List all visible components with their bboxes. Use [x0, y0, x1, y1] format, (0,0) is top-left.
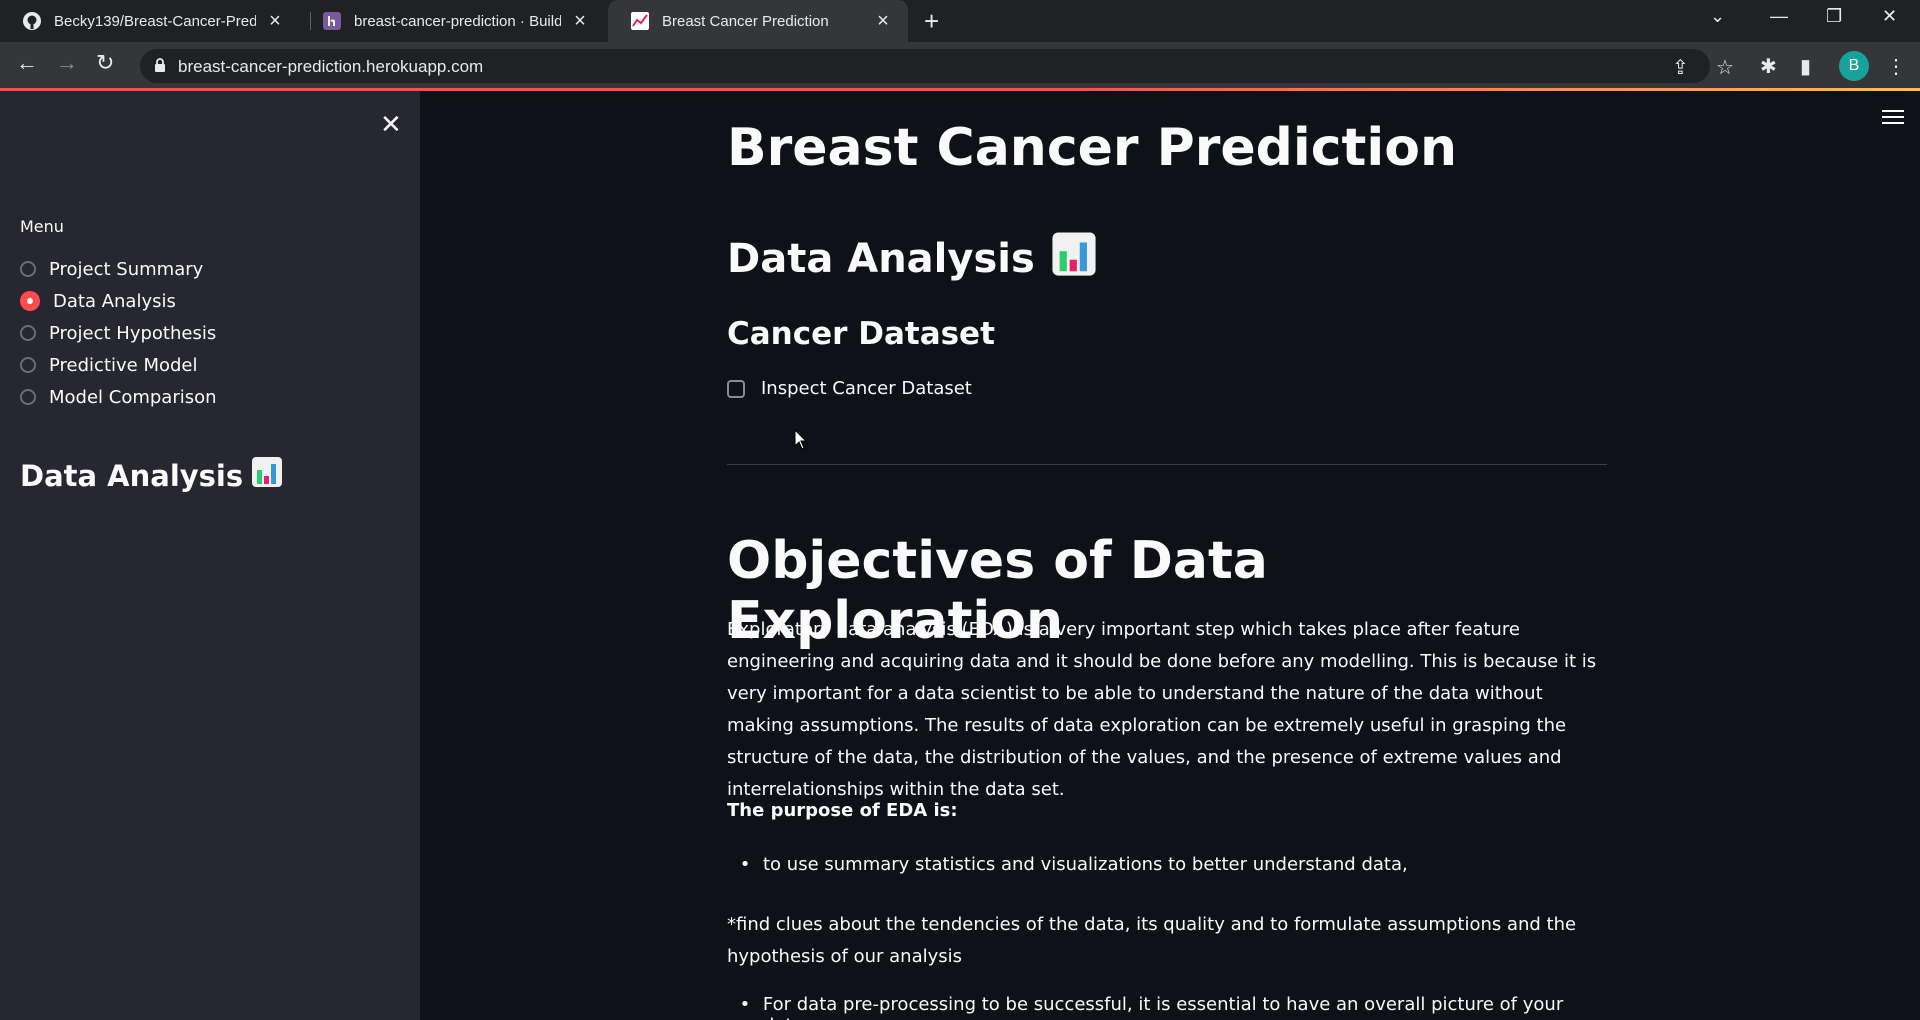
- close-window-button[interactable]: ✕: [1882, 6, 1897, 27]
- lock-icon[interactable]: [154, 57, 166, 78]
- page-title: Breast Cancer Prediction: [727, 118, 1457, 178]
- list-item: • For data pre-processing to be successf…: [727, 994, 1607, 1020]
- list-item-text: For data pre-processing to be successful…: [762, 994, 1564, 1020]
- minimize-button[interactable]: —: [1770, 6, 1788, 27]
- note-paragraph: *find clues about the tendencies of the …: [727, 914, 1577, 967]
- eda-paragraph: Exploratory data analysis (EDA) is a ver…: [727, 619, 1597, 800]
- chart-line-icon: [630, 11, 650, 31]
- radio-predictive-model[interactable]: Predictive Model: [20, 351, 198, 379]
- radio-button[interactable]: [20, 389, 36, 405]
- hamburger-menu-icon[interactable]: [1882, 109, 1904, 130]
- menu-label: Menu: [20, 217, 64, 236]
- radio-data-analysis[interactable]: Data Analysis: [20, 287, 176, 315]
- bullet-dot: •: [739, 854, 751, 875]
- new-tab-button[interactable]: +: [924, 6, 939, 37]
- github-icon: [22, 11, 42, 31]
- close-icon[interactable]: ×: [264, 10, 286, 33]
- close-sidebar-icon[interactable]: ✕: [380, 109, 402, 140]
- sidebar-heading-text: Data Analysis: [20, 458, 244, 493]
- bar-chart-icon: [1051, 231, 1097, 287]
- tab-title: breast-cancer-prediction · Build |: [354, 12, 561, 30]
- radio-label: Predictive Model: [49, 354, 198, 376]
- inspect-dataset-checkbox[interactable]: Inspect Cancer Dataset: [727, 378, 1607, 399]
- reload-icon[interactable]: ↻: [96, 50, 114, 76]
- radio-label: Project Hypothesis: [49, 322, 217, 344]
- divider: [727, 464, 1607, 465]
- mouse-cursor-icon: [794, 428, 808, 456]
- section-title-text: Data Analysis: [727, 236, 1035, 282]
- tab-title: Breast Cancer Prediction: [662, 12, 829, 30]
- side-panel-icon[interactable]: ▮: [1800, 54, 1811, 79]
- radio-project-hypothesis[interactable]: Project Hypothesis: [20, 319, 216, 347]
- tab-search-icon[interactable]: ⌄: [1710, 6, 1725, 27]
- more-options-icon[interactable]: ⋮: [1886, 54, 1906, 79]
- heroku-icon: [322, 11, 342, 31]
- section-title: Data Analysis: [727, 231, 1607, 287]
- bookmark-star-icon[interactable]: ☆: [1716, 55, 1734, 80]
- tab-breast-cancer-prediction[interactable]: Breast Cancer Prediction ×: [608, 0, 908, 42]
- profile-avatar[interactable]: B: [1839, 51, 1869, 81]
- radio-model-comparison[interactable]: Model Comparison: [20, 383, 217, 411]
- address-bar[interactable]: breast-cancer-prediction.herokuapp.com ⇪…: [140, 49, 1734, 83]
- tab-heroku[interactable]: breast-cancer-prediction · Build | ×: [300, 0, 605, 42]
- bar-chart-icon: [251, 456, 283, 495]
- main-content: Breast Cancer Prediction Data Analysis C…: [420, 91, 1920, 1020]
- close-icon[interactable]: ×: [872, 10, 894, 33]
- close-icon[interactable]: ×: [569, 10, 591, 33]
- radio-button[interactable]: [20, 325, 36, 341]
- checkbox[interactable]: [727, 379, 745, 398]
- forward-icon[interactable]: →: [56, 50, 78, 76]
- tab-title: Becky139/Breast-Cancer-Predicti: [54, 12, 256, 30]
- radio-label: Project Summary: [49, 258, 204, 280]
- sidebar-heading: Data Analysis: [20, 456, 283, 495]
- radio-button-selected[interactable]: [20, 291, 40, 311]
- radio-label: Model Comparison: [49, 386, 217, 408]
- restore-button[interactable]: ❐: [1826, 6, 1842, 27]
- sidebar: ✕ Menu Project Summary Data Analysis Pro…: [0, 91, 420, 1020]
- bullet-dot: •: [739, 994, 751, 1015]
- radio-project-summary[interactable]: Project Summary: [20, 255, 203, 283]
- radio-label: Data Analysis: [53, 290, 176, 312]
- checkbox-label: Inspect Cancer Dataset: [761, 378, 972, 399]
- url-text[interactable]: breast-cancer-prediction.herokuapp.com: [178, 57, 483, 77]
- list-item: • to use summary statistics and visualiz…: [727, 854, 1607, 875]
- dataset-subheading: Cancer Dataset: [727, 316, 995, 352]
- tab-github[interactable]: Becky139/Breast-Cancer-Predicti ×: [0, 0, 300, 42]
- radio-button[interactable]: [20, 357, 36, 373]
- purpose-label: The purpose of EDA is:: [727, 800, 958, 821]
- share-icon[interactable]: ⇪: [1672, 55, 1689, 80]
- extensions-icon[interactable]: ✱: [1760, 54, 1777, 79]
- radio-button[interactable]: [20, 261, 36, 277]
- browser-tab-bar: Becky139/Breast-Cancer-Predicti × breast…: [0, 0, 1920, 42]
- back-icon[interactable]: ←: [16, 50, 38, 76]
- list-item-text: to use summary statistics and visualizat…: [763, 854, 1408, 875]
